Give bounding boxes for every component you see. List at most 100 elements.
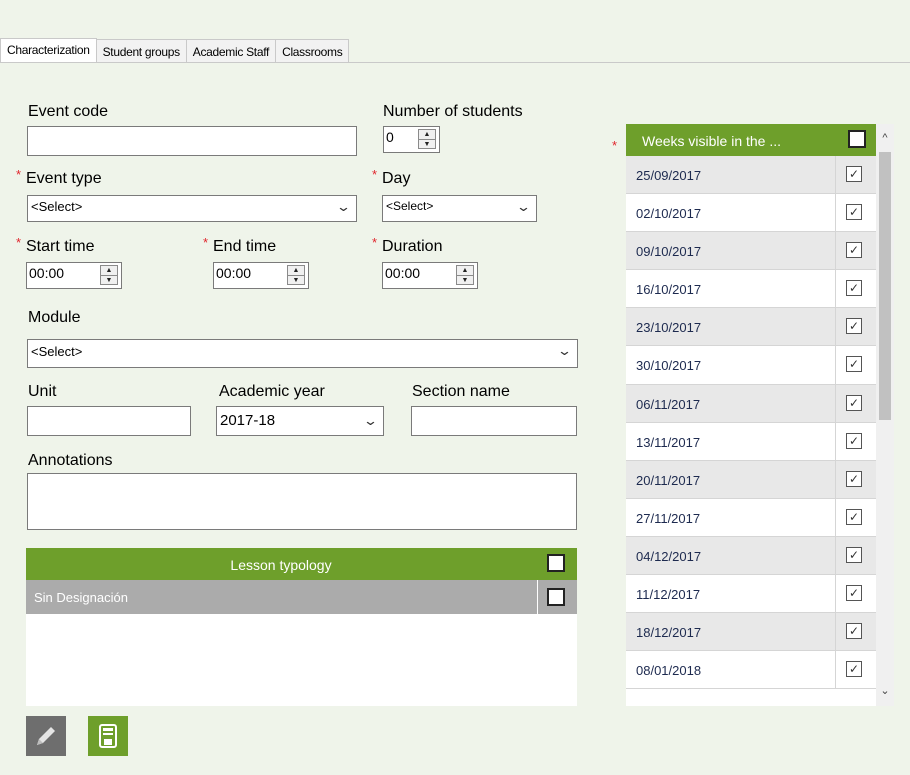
week-checkbox[interactable]: ✓: [846, 508, 862, 525]
end-time-spin-buttons[interactable]: ▲ ▼: [287, 265, 305, 285]
week-date: 23/10/2017: [636, 320, 702, 336]
number-of-students-stepper[interactable]: 0 ▲ ▼: [383, 126, 440, 153]
section-name-label: Section name: [412, 383, 510, 400]
week-checkbox[interactable]: ✓: [846, 394, 862, 411]
column-divider: [835, 536, 836, 575]
spin-down-icon[interactable]: ▼: [101, 275, 117, 284]
week-date: 09/10/2017: [636, 244, 702, 260]
table-row[interactable]: 09/10/2017 ✓: [626, 232, 876, 271]
table-row[interactable]: 11/12/2017 ✓: [626, 575, 876, 614]
tab-divider: [0, 62, 910, 63]
week-checkbox[interactable]: ✓: [846, 242, 862, 259]
table-row[interactable]: 06/11/2017 ✓: [626, 384, 876, 423]
end-time-input[interactable]: 00:00 ▲ ▼: [213, 262, 309, 289]
week-checkbox[interactable]: ✓: [846, 166, 862, 182]
scroll-down-icon[interactable]: ⌄: [876, 684, 894, 704]
column-divider: [835, 422, 836, 460]
table-row[interactable]: Sin Designación: [26, 580, 577, 614]
lesson-typology-select-all-checkbox[interactable]: [547, 554, 565, 572]
start-time-input[interactable]: 00:00 ▲ ▼: [26, 262, 122, 289]
annotations-textarea[interactable]: [27, 473, 577, 530]
column-divider: [835, 384, 836, 422]
week-checkbox[interactable]: ✓: [846, 318, 862, 335]
save-button[interactable]: [88, 716, 128, 756]
column-divider: [835, 651, 836, 689]
weeks-select-all-checkbox[interactable]: [848, 130, 866, 148]
start-time-spin-buttons[interactable]: ▲ ▼: [100, 265, 118, 285]
table-row[interactable]: 25/09/2017 ✓: [626, 156, 876, 195]
event-code-input[interactable]: [27, 126, 357, 156]
tab-characterization[interactable]: Characterization: [0, 38, 97, 63]
day-select[interactable]: <Select> ⌄: [382, 195, 537, 222]
table-row[interactable]: 02/10/2017 ✓: [626, 194, 876, 233]
week-checkbox[interactable]: ✓: [846, 661, 862, 678]
table-row[interactable]: 04/12/2017 ✓: [626, 536, 876, 576]
event-type-select[interactable]: <Select> ⌄: [27, 195, 357, 222]
table-row[interactable]: 16/10/2017 ✓: [626, 270, 876, 309]
tab-classrooms[interactable]: Classrooms: [276, 39, 350, 63]
academic-year-select[interactable]: 2017-18 ⌄: [216, 406, 384, 436]
number-of-students-label: Number of students: [383, 103, 523, 120]
end-time-value: 00:00: [216, 265, 252, 281]
column-divider: [537, 580, 538, 614]
table-row[interactable]: 30/10/2017 ✓: [626, 346, 876, 385]
table-row[interactable]: 08/01/2018 ✓: [626, 651, 876, 690]
lesson-typology-row-checkbox[interactable]: [547, 588, 565, 606]
week-date: 18/12/2017: [636, 625, 702, 641]
week-checkbox[interactable]: ✓: [846, 623, 862, 640]
spin-up-icon[interactable]: ▲: [457, 266, 473, 275]
table-row[interactable]: 23/10/2017 ✓: [626, 308, 876, 347]
chevron-down-icon: ⌄: [556, 343, 573, 358]
edit-button[interactable]: [26, 716, 66, 756]
module-label: Module: [28, 309, 81, 326]
column-divider: [835, 613, 836, 651]
academic-year-label: Academic year: [219, 383, 325, 400]
table-row[interactable]: 13/11/2017 ✓: [626, 422, 876, 461]
table-row[interactable]: 27/11/2017 ✓: [626, 498, 876, 537]
week-checkbox[interactable]: ✓: [846, 204, 862, 221]
spin-up-icon[interactable]: ▲: [288, 266, 304, 275]
number-of-students-spin-buttons[interactable]: ▲ ▼: [418, 129, 436, 149]
week-checkbox[interactable]: ✓: [846, 280, 862, 297]
pencil-icon: [37, 727, 55, 745]
spin-down-icon[interactable]: ▼: [288, 275, 304, 284]
spin-up-icon[interactable]: ▲: [419, 130, 435, 139]
column-divider: [835, 460, 836, 498]
scrollbar-thumb[interactable]: [879, 152, 891, 420]
start-time-label: Start time: [16, 235, 95, 256]
start-time-value: 00:00: [29, 265, 65, 281]
table-row[interactable]: 20/11/2017 ✓: [626, 460, 876, 499]
column-divider: [835, 156, 836, 194]
tab-student-groups[interactable]: Student groups: [96, 39, 187, 63]
duration-input[interactable]: 00:00 ▲ ▼: [382, 262, 478, 289]
module-value: <Select>: [31, 344, 83, 359]
week-date: 13/11/2017: [636, 434, 701, 450]
unit-label: Unit: [28, 383, 57, 400]
chevron-down-icon: ⌄: [362, 413, 379, 428]
duration-spin-buttons[interactable]: ▲ ▼: [456, 265, 474, 285]
column-divider: [835, 346, 836, 384]
week-checkbox[interactable]: ✓: [846, 470, 862, 487]
scroll-up-icon[interactable]: ^: [876, 132, 894, 152]
table-row[interactable]: 18/12/2017 ✓: [626, 613, 876, 652]
weeks-grid: Weeks visible in the ... 25/09/2017 ✓ 02/1…: [626, 124, 876, 706]
week-checkbox[interactable]: ✓: [846, 546, 862, 563]
spin-up-icon[interactable]: ▲: [101, 266, 117, 275]
section-name-input[interactable]: [411, 406, 577, 436]
week-checkbox[interactable]: ✓: [846, 432, 862, 449]
floppy-disk-icon: [99, 724, 117, 748]
spin-down-icon[interactable]: ▼: [419, 139, 435, 148]
weeks-header: Weeks visible in the ...: [626, 124, 876, 156]
lesson-typology-row-label: Sin Designación: [34, 590, 128, 605]
week-date: 20/11/2017: [636, 472, 701, 488]
unit-input[interactable]: [27, 406, 191, 436]
tab-academic-staff[interactable]: Academic Staff: [186, 39, 277, 63]
day-value: <Select>: [386, 199, 434, 213]
column-divider: [835, 575, 836, 613]
number-of-students-value: 0: [386, 129, 394, 145]
week-checkbox[interactable]: ✓: [846, 585, 862, 602]
spin-down-icon[interactable]: ▼: [457, 275, 473, 284]
weeks-scrollbar[interactable]: ^ ⌄: [876, 124, 894, 706]
week-checkbox[interactable]: ✓: [846, 356, 862, 373]
module-select[interactable]: <Select> ⌄: [27, 339, 578, 368]
